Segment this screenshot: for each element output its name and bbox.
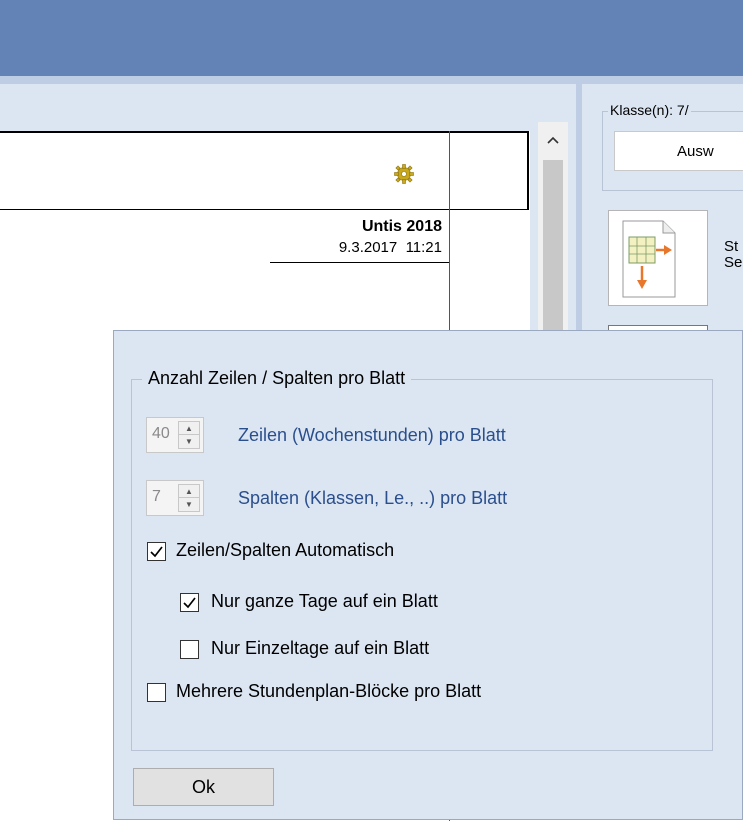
window-frame (0, 76, 743, 84)
rows-value: 40 (152, 425, 170, 442)
whole-days-label: Nur ganze Tage auf ein Blatt (211, 591, 438, 611)
cols-value: 7 (152, 488, 161, 505)
layout-text-fragment: St Se (724, 239, 742, 271)
layout-text-line-2: Se (724, 254, 743, 271)
rows-per-page-label: Zeilen (Wochenstunden) pro Blatt (238, 425, 506, 445)
spin-down-icon[interactable]: ▼ (179, 435, 199, 448)
cols-per-page-spinner[interactable]: 7 ▲ ▼ (146, 480, 204, 516)
cols-per-page-label: Spalten (Klassen, Le., ..) pro Blatt (238, 488, 508, 508)
multi-blocks-checkbox[interactable] (147, 683, 166, 702)
auto-checkbox[interactable] (147, 542, 166, 561)
checkmark-icon (150, 546, 163, 558)
single-days-checkbox[interactable] (180, 640, 199, 659)
chevron-up-icon (547, 136, 559, 144)
cols-spinner-buttons[interactable]: ▲ ▼ (178, 484, 200, 512)
rows-per-page-spinner[interactable]: 40 ▲ ▼ (146, 417, 204, 453)
header-box-right-rule (527, 131, 529, 210)
title-bar (0, 0, 743, 76)
date-underline (270, 262, 449, 263)
rows-columns-dialog: Anzahl Zeilen / Spalten pro Blatt 40 ▲ ▼… (113, 330, 743, 820)
scroll-up-button[interactable] (538, 122, 568, 158)
page-layout-button[interactable] (608, 210, 708, 306)
whole-days-checkbox[interactable] (180, 593, 199, 612)
product-name: Untis 2018 (361, 218, 442, 235)
gear-icon (394, 164, 414, 184)
multi-blocks-label: Mehrere Stundenplan-Blöcke pro Blatt (176, 681, 482, 701)
spin-down-icon[interactable]: ▼ (179, 498, 199, 511)
class-group-label: Klasse(n): 7/ (608, 102, 691, 118)
auto-label: Zeilen/Spalten Automatisch (176, 540, 395, 560)
layout-text-line-1: St (724, 238, 739, 255)
spin-up-icon[interactable]: ▲ (179, 422, 199, 435)
single-days-label: Nur Einzeltage auf ein Blatt (211, 638, 430, 658)
ok-button[interactable]: Ok (133, 768, 274, 806)
group-title: Anzahl Zeilen / Spalten pro Blatt (142, 368, 412, 389)
rows-spinner-buttons[interactable]: ▲ ▼ (178, 421, 200, 449)
page-layout-icon (622, 220, 676, 298)
select-classes-button[interactable]: Ausw (614, 131, 743, 171)
print-datetime: 9.3.2017 11:21 (338, 239, 442, 256)
checkmark-icon (183, 597, 196, 609)
spin-up-icon[interactable]: ▲ (179, 485, 199, 498)
